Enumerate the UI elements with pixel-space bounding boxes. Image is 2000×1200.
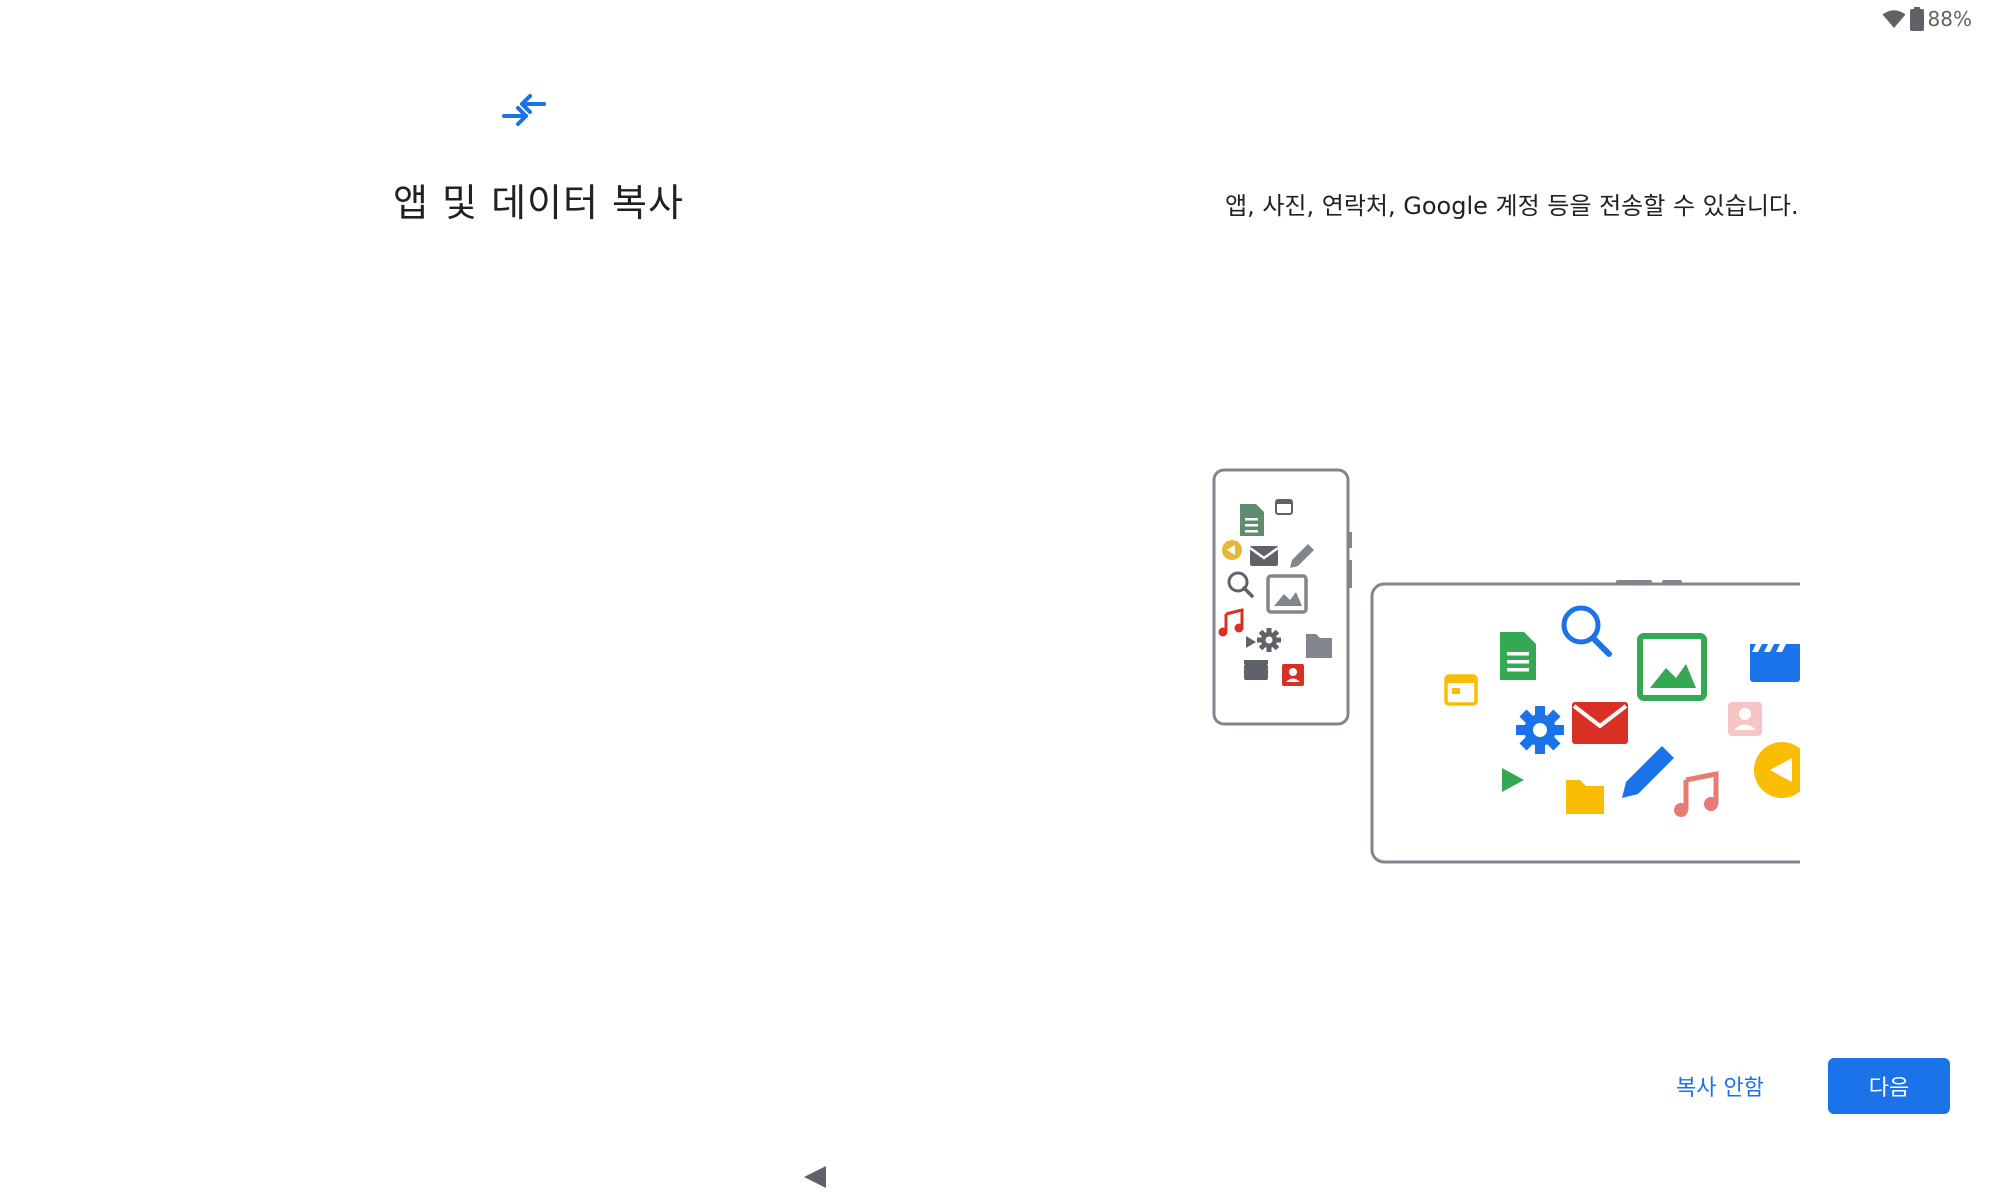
next-button[interactable]: 다음 <box>1828 1058 1950 1114</box>
page-title: 앱 및 데이터 복사 <box>393 181 684 225</box>
tablet-illustration <box>1370 580 1800 864</box>
transfer-arrows-icon <box>502 94 546 126</box>
battery-icon <box>1909 7 1924 31</box>
description-text: 앱, 사진, 연락처, Google 계정 등을 전송할 수 있습니다. <box>1225 192 1799 220</box>
device-transfer-illustration <box>1212 468 1800 864</box>
status-bar: 88% <box>1882 4 1972 34</box>
back-triangle-icon[interactable] <box>800 1162 830 1192</box>
skip-copy-button[interactable]: 복사 안함 <box>1660 1060 1780 1112</box>
wifi-icon <box>1882 10 1906 28</box>
battery-percentage: 88% <box>1927 7 1972 31</box>
phone-illustration <box>1212 468 1352 726</box>
